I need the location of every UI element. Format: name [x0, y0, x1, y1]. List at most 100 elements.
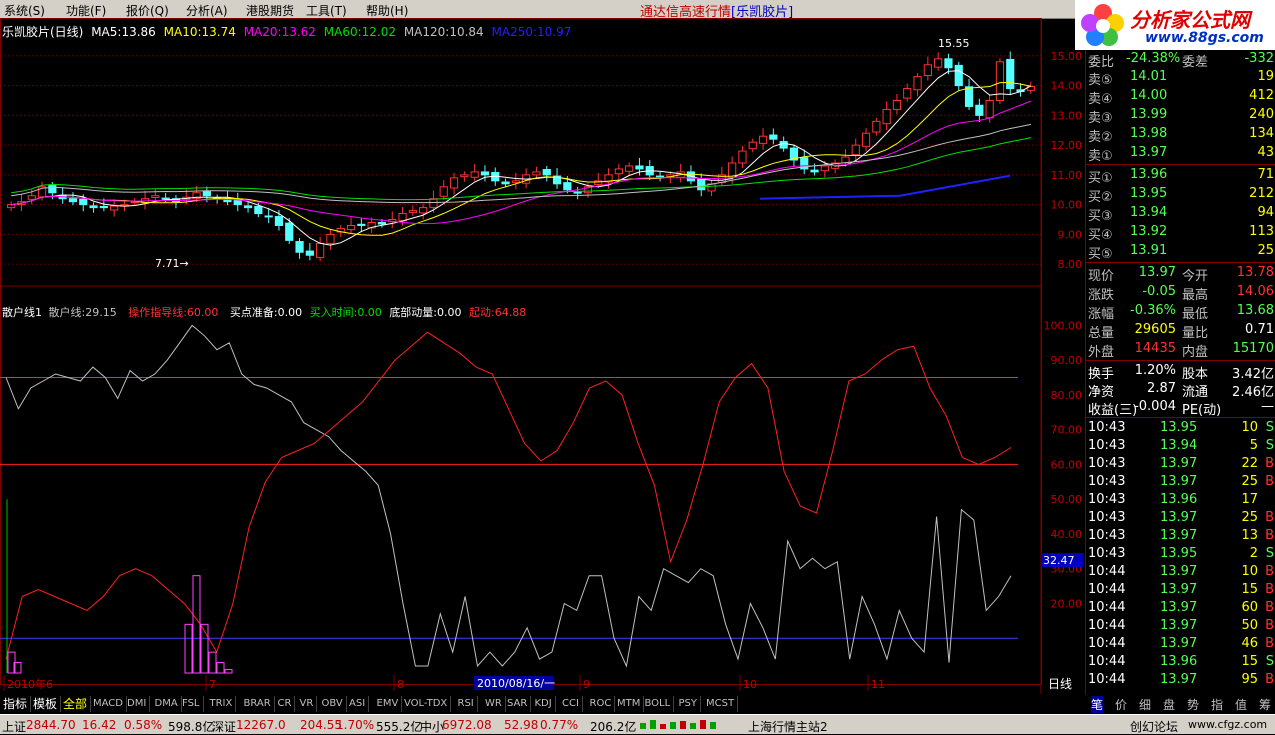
tick-price: 13.97: [1160, 456, 1198, 471]
bid-level-label: 买⑤: [1088, 247, 1113, 262]
indicator-tab[interactable]: DMI: [124, 696, 151, 712]
indicator-tab[interactable]: WR: [482, 696, 506, 712]
kline-ytick-label: 13.00: [1051, 109, 1083, 122]
tick-time: 10:43: [1088, 492, 1126, 507]
quote-row: 10:43 13.96 17: [1086, 491, 1275, 509]
indicator-tab[interactable]: SAR: [504, 696, 532, 712]
quote-row: 买① 13.96 71: [1086, 166, 1275, 186]
indicator-tab[interactable]: KDJ: [532, 696, 556, 712]
quote-row: 涨幅 -0.36% 最低 13.68: [1086, 302, 1275, 322]
quote-row: 10:44 13.97 95 B: [1086, 671, 1275, 689]
tick-side: B: [1265, 456, 1274, 471]
menu-help[interactable]: 帮助(H): [366, 2, 408, 19]
candle-body: [820, 165, 829, 172]
tick-price: 13.97: [1160, 636, 1198, 651]
menu-quote[interactable]: 报价(Q): [126, 2, 169, 19]
stat-label: 最低: [1182, 307, 1209, 322]
indicator-tab[interactable]: BOLL: [642, 696, 675, 712]
high-price-label: 15.55: [938, 37, 970, 50]
stat-label: 外盘: [1088, 345, 1115, 360]
quote-row: 10:43 13.97 25 B: [1086, 473, 1275, 491]
menu-analysis[interactable]: 分析(A): [186, 2, 228, 19]
bid-level-label: 买①: [1088, 171, 1113, 186]
logo-url: www.88gs.com: [1145, 30, 1264, 46]
indicator-tab[interactable]: 全部: [60, 696, 92, 712]
panel-tab[interactable]: 价: [1115, 696, 1127, 713]
tick-volume: 13: [1241, 528, 1258, 543]
indicator-tab[interactable]: TRIX: [207, 696, 237, 712]
ask-price: 14.01: [1130, 69, 1168, 84]
ask-price: 13.97: [1130, 145, 1168, 160]
panel-tab[interactable]: 笔: [1091, 696, 1104, 713]
indicator-tab[interactable]: RSI: [455, 696, 478, 712]
indicator-tab[interactable]: DMA: [152, 696, 182, 712]
bid-volume: 113: [1249, 224, 1274, 239]
indicator-tab[interactable]: VOL-TDX: [401, 696, 452, 712]
bid-price: 13.96: [1130, 167, 1168, 182]
panel-tab[interactable]: 盘: [1163, 696, 1175, 713]
panel-tab[interactable]: 筹: [1259, 696, 1271, 713]
panel-tab[interactable]: 势: [1187, 696, 1199, 713]
date-label: 11: [871, 678, 885, 691]
tick-time: 10:43: [1088, 546, 1126, 561]
indicator-tab[interactable]: ROC: [587, 696, 616, 712]
menu-tools[interactable]: 工具(T): [306, 2, 347, 19]
stat-value: 14435: [1134, 341, 1176, 356]
bid-price: 13.91: [1130, 243, 1168, 258]
indicator-tab[interactable]: CCI: [559, 696, 583, 712]
tick-side: B: [1265, 474, 1274, 489]
indicator-tab[interactable]: MTM: [614, 696, 645, 712]
ask-level-label: 卖②: [1088, 130, 1113, 145]
indicator-tab[interactable]: EMV: [374, 696, 403, 712]
indicator-tab[interactable]: MCST: [703, 696, 739, 712]
quote-row: 卖③ 13.99 240: [1086, 106, 1275, 126]
sz-label: 深证: [212, 720, 237, 734]
indicator-tab[interactable]: 模板: [30, 696, 62, 712]
candle-body: [449, 177, 459, 189]
stat-label: 最高: [1182, 288, 1209, 303]
tick-price: 13.95: [1160, 420, 1198, 435]
indicator-tab[interactable]: 指标: [0, 696, 32, 712]
server-name[interactable]: 上海行情主站2: [748, 718, 828, 735]
indicator-tab[interactable]: PSY: [676, 696, 701, 712]
candle-body: [89, 205, 98, 209]
candle-body: [985, 99, 994, 119]
stat-value: 13.97: [1138, 265, 1176, 280]
candle-body: [1006, 58, 1015, 90]
date-label: 10: [743, 678, 757, 691]
candle-body: [110, 205, 119, 211]
indicator-tab[interactable]: BRAR: [241, 696, 275, 712]
indicator-ytick-label: 90.00: [1051, 354, 1083, 367]
indicator-tab[interactable]: OBV: [319, 696, 347, 712]
bid-price: 13.95: [1130, 186, 1168, 201]
indicator-tab[interactable]: ASI: [346, 696, 370, 712]
menu-hk-futures[interactable]: 港股期货: [246, 2, 294, 19]
candle-body: [748, 141, 757, 150]
candle-body: [882, 108, 891, 125]
bid-level-label: 买②: [1088, 190, 1113, 205]
indicator-tab[interactable]: MACD: [90, 696, 127, 712]
panel-tab[interactable]: 细: [1139, 696, 1151, 713]
stat-value: 14.06: [1236, 284, 1274, 299]
indicator-tab[interactable]: CR: [275, 696, 296, 712]
menu-system[interactable]: 系统(S): [4, 2, 45, 19]
tick-volume: 25: [1241, 510, 1258, 525]
candle-body: [779, 141, 788, 149]
indicator-tab[interactable]: VR: [297, 696, 318, 712]
panel-tab[interactable]: 指: [1211, 696, 1223, 713]
ask-price: 13.98: [1130, 126, 1168, 141]
menu-function[interactable]: 功能(F): [66, 2, 106, 19]
tick-volume: 17: [1241, 492, 1258, 507]
chart-area[interactable]: 15.00 14.00 13.00 12.00 11.00 10.00 9.00 8.00 15…: [0, 18, 1085, 695]
tick-price: 13.95: [1160, 546, 1198, 561]
panel-tab[interactable]: 值: [1235, 696, 1247, 713]
zx-value: 6972.08: [442, 718, 492, 732]
low-price-label: 7.71→: [155, 257, 189, 270]
stat-value: 13.78: [1236, 265, 1274, 280]
indicator-tab[interactable]: FSL: [179, 696, 204, 712]
guide-line: [5, 331, 1012, 660]
quote-row: 10:44 13.97 46 B: [1086, 635, 1275, 653]
tick-volume: 5: [1249, 438, 1258, 453]
bid-volume: 94: [1257, 205, 1274, 220]
candle-body: [975, 104, 984, 116]
